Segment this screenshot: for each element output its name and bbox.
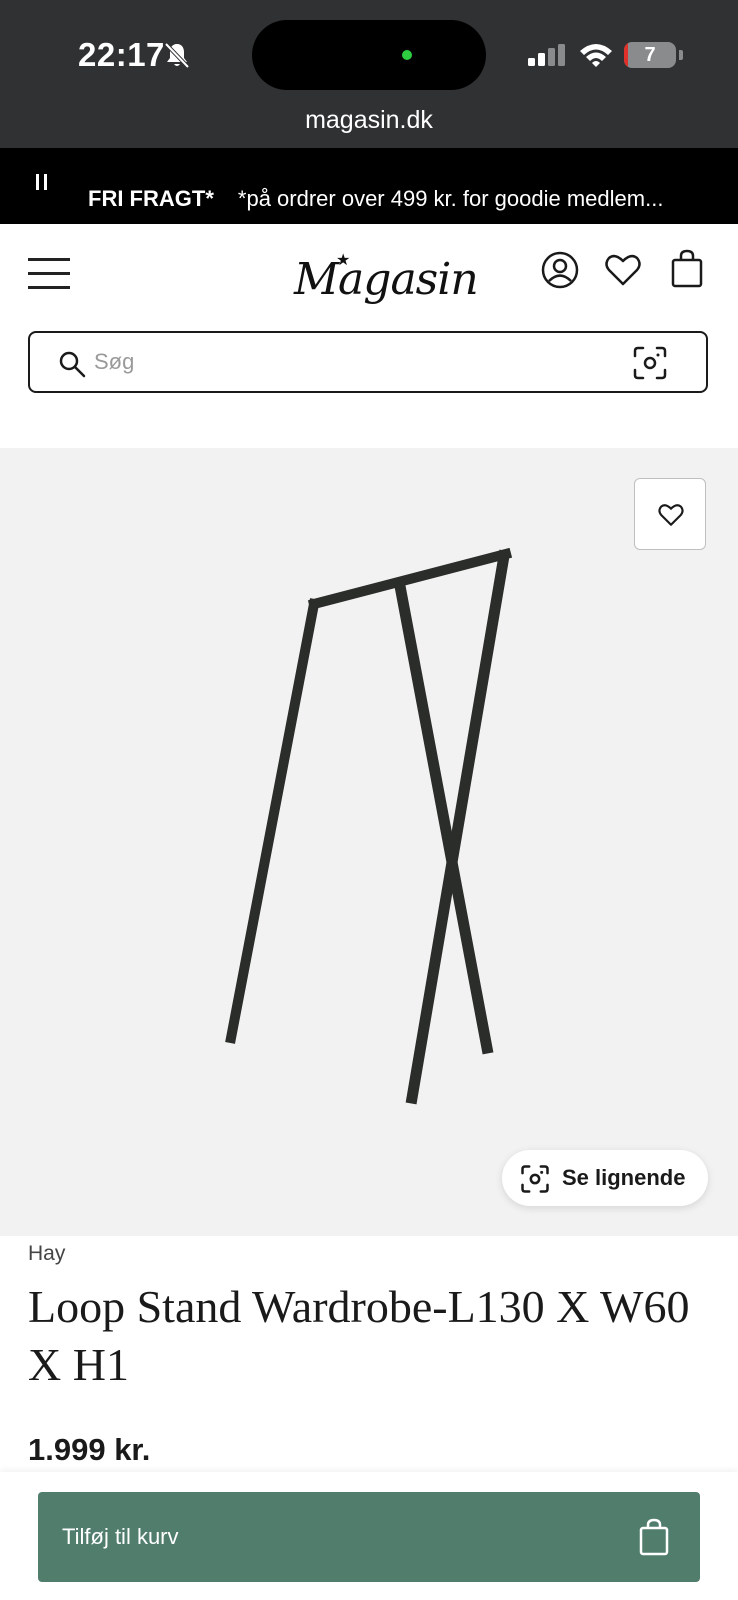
product-image[interactable]: Se lignende: [0, 448, 738, 1236]
account-icon[interactable]: [540, 250, 580, 290]
site-logo[interactable]: Magasin: [294, 254, 479, 305]
heart-icon[interactable]: [603, 250, 643, 290]
status-time: 22:17: [78, 36, 165, 73]
shopping-bag-icon: [639, 1518, 669, 1556]
promo-banner[interactable]: FRI FRAGT* *på ordrer over 499 kr. for go…: [0, 148, 738, 224]
camera-search-icon: [521, 1165, 549, 1193]
product-title: Loop Stand Wardrobe-L130 X W60 X H1: [28, 1281, 690, 1390]
battery-tip: [679, 50, 683, 60]
product-brand[interactable]: Hay: [28, 1242, 65, 1266]
promo-detail: *på ordrer over 499 kr. for goodie medle…: [237, 186, 664, 211]
camera-search-icon[interactable]: [632, 345, 668, 381]
search-icon: [59, 351, 86, 378]
bottom-action-bar: Tilføj til kurv: [0, 1472, 738, 1600]
bell-off-icon: [164, 42, 190, 69]
logo-star-icon: ★: [336, 252, 351, 269]
battery-icon: 7: [624, 42, 676, 68]
battery-percent: 7: [644, 44, 656, 66]
url-bar[interactable]: magasin.dk: [0, 106, 738, 135]
heart-icon: [658, 504, 684, 526]
search-field[interactable]: Søg: [28, 331, 708, 393]
promo-text: FRI FRAGT* *på ordrer over 499 kr. for go…: [88, 186, 663, 212]
shopping-bag-icon[interactable]: [667, 248, 707, 288]
dynamic-island: [252, 20, 486, 90]
camera-indicator-icon: [402, 50, 412, 60]
signal-icon: [528, 44, 565, 66]
product-image-drawing: [225, 547, 513, 1105]
search-input[interactable]: Søg: [94, 349, 134, 375]
similar-products-button[interactable]: Se lignende: [502, 1150, 708, 1206]
site-header: Magasin ★ Søg: [0, 224, 738, 448]
similar-products-label: Se lignende: [562, 1165, 686, 1190]
add-to-cart-label: Tilføj til kurv: [62, 1524, 179, 1549]
status-bar: 22:17 7 magasin.dk: [0, 0, 738, 148]
wifi-icon: [580, 44, 612, 67]
pause-icon[interactable]: [36, 174, 48, 190]
promo-bold: FRI FRAGT*: [88, 186, 214, 211]
menu-icon[interactable]: [28, 258, 70, 290]
product-price: 1.999 kr.: [28, 1432, 151, 1467]
add-to-cart-button[interactable]: Tilføj til kurv: [38, 1492, 700, 1582]
wishlist-button[interactable]: [634, 478, 706, 550]
